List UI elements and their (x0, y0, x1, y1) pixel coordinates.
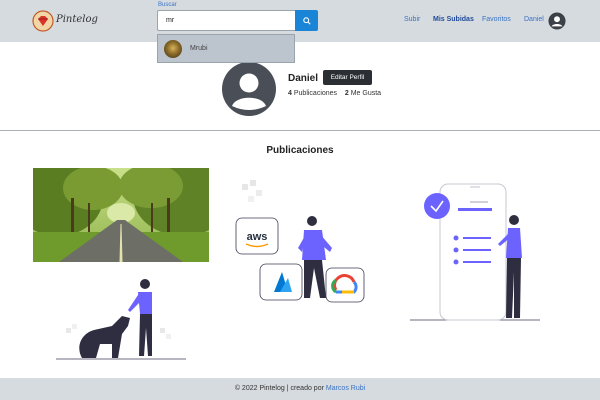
nav-user-link[interactable]: Daniel (524, 16, 544, 23)
posts-section-title: Publicaciones (266, 145, 334, 156)
posts-count: 4 (288, 90, 292, 97)
user-avatar-icon[interactable] (548, 12, 566, 30)
footer-author-link[interactable]: Marcos Rubi (326, 385, 365, 392)
search-suggestions-dropdown: Mrubi (157, 34, 295, 63)
profile-avatar (222, 62, 276, 116)
post-image-woman-with-dog[interactable] (56, 278, 186, 362)
search-button[interactable] (295, 10, 318, 31)
navbar: Pintelog Buscar Subir Mis Subidas Favori… (0, 0, 600, 42)
nav-my-uploads-link[interactable]: Mis Subidas (433, 16, 474, 23)
edit-profile-button[interactable]: Editar Perfil (323, 70, 372, 85)
profile-stats: 4 Publicaciones 2 Me Gusta (288, 90, 381, 97)
suggestion-label: Mrubi (190, 45, 208, 52)
footer-text: © 2022 Pintelog | creado por (234, 385, 324, 392)
likes-count: 2 (344, 90, 349, 97)
post-image-cloud-illustration[interactable]: aws (230, 178, 370, 310)
search-label: Buscar (158, 2, 177, 8)
profile-name: Daniel (288, 73, 319, 84)
search-icon (302, 16, 311, 25)
posts-label: Publicaciones (293, 90, 338, 97)
section-divider (0, 130, 600, 131)
post-image-phone-checklist[interactable] (410, 182, 540, 324)
nav-upload-link[interactable]: Subir (404, 16, 420, 23)
logo-icon[interactable] (32, 10, 54, 32)
post-image-forest-road[interactable] (33, 168, 209, 262)
nav-favorites-link[interactable]: Favoritos (482, 16, 511, 23)
suggestion-thumbnail (164, 40, 182, 58)
footer: © 2022 Pintelog | creado por Marcos Rubi (0, 378, 600, 400)
likes-label: Me Gusta (350, 90, 382, 97)
brand-name[interactable]: Pintelog (56, 14, 98, 25)
search-input[interactable] (157, 10, 295, 31)
aws-logo-label: aws (247, 231, 268, 243)
